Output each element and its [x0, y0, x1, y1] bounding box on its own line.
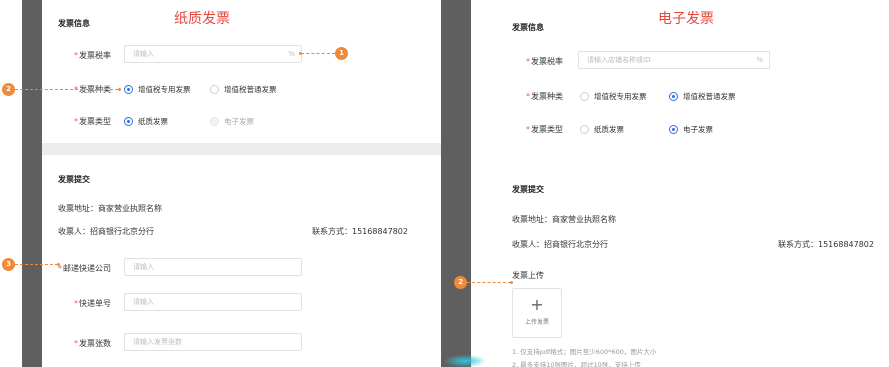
left-type-paper-radio[interactable]: 纸质发票 — [124, 116, 168, 127]
annotation-badge-1: 1 — [335, 47, 348, 60]
radio-unchecked-icon — [580, 125, 589, 134]
radio-unchecked-icon — [580, 92, 589, 101]
upload-hint-1: 1. 仅支持pdf格式；图片至少600*600，图片大小 — [512, 348, 657, 356]
left-contact: 联系方式：15168847802 — [312, 227, 408, 236]
center-divider-bar — [441, 0, 471, 367]
left-invoice-type-label: *发票类型 — [74, 117, 111, 126]
right-upload-title: 发票上传 — [512, 271, 544, 280]
right-panel-heading: 电子发票 — [658, 11, 714, 27]
upload-invoice-button[interactable]: + 上传发票 — [512, 288, 562, 338]
radio-checked-icon — [124, 117, 133, 126]
left-kind-special-radio[interactable]: 增值税专用发票 — [124, 84, 191, 95]
left-invoice-info-title: 发票信息 — [58, 19, 90, 28]
left-panel-heading: 纸质发票 — [174, 11, 230, 27]
left-tracking-input[interactable]: 请输入 — [124, 293, 302, 311]
annotation-badge-3: 3 — [2, 258, 15, 271]
right-submit-title: 发票提交 — [512, 185, 544, 194]
annotation-anchor-dot — [510, 281, 513, 284]
right-invoice-type-label: *发票类型 — [526, 125, 563, 134]
right-invoice-info-title: 发票信息 — [512, 23, 544, 32]
radio-disabled-icon — [210, 117, 219, 126]
annotation-badge-2: 2 — [2, 83, 15, 96]
right-kind-special-radio[interactable]: 增值税专用发票 — [580, 91, 647, 102]
left-courier-label: *邮递快递公司 — [58, 264, 111, 273]
right-type-paper-radio[interactable]: 纸质发票 — [580, 124, 624, 135]
left-count-label: *发票张数 — [74, 339, 111, 348]
radio-checked-icon — [669, 92, 678, 101]
right-contact: 联系方式：15168847802 — [778, 240, 874, 249]
right-kind-normal-radio[interactable]: 增值税普通发票 — [669, 91, 736, 102]
annotation-line — [301, 53, 335, 54]
left-kind-normal-radio[interactable]: 增值税普通发票 — [210, 84, 277, 95]
annotation-anchor-dot — [118, 88, 121, 91]
left-type-electronic-radio: 电子发票 — [210, 116, 254, 127]
annotation-line — [467, 282, 511, 283]
percent-suffix: % — [756, 56, 763, 64]
left-count-input[interactable]: 请输入发票张数 — [124, 333, 302, 351]
plus-icon: + — [530, 295, 544, 314]
left-section-gap — [42, 143, 441, 155]
radio-unchecked-icon — [210, 85, 219, 94]
right-tax-rate-input[interactable]: 请输入店铺名称或ID% — [578, 51, 770, 69]
radio-checked-icon — [669, 125, 678, 134]
annotation-badge-2: 2 — [454, 276, 467, 289]
annotation-anchor-dot — [57, 263, 60, 266]
right-tax-rate-label: *发票税率 — [526, 57, 563, 66]
right-receiver: 收票人：招商银行北京分行 — [512, 240, 608, 249]
right-address: 收票地址：商家营业执照名称 — [512, 215, 616, 224]
upload-invoice-caption: 上传发票 — [524, 319, 549, 326]
left-tax-rate-input[interactable]: 请输入% — [124, 45, 302, 63]
annotation-line — [15, 264, 58, 265]
right-type-electronic-radio[interactable]: 电子发票 — [669, 124, 713, 135]
bottom-glow — [445, 355, 485, 367]
left-submit-title: 发票提交 — [58, 175, 90, 184]
left-tracking-label: *快递单号 — [74, 299, 111, 308]
annotation-line — [15, 89, 118, 90]
left-address: 收票地址：商家营业执照名称 — [58, 204, 162, 213]
radio-checked-icon — [124, 85, 133, 94]
percent-suffix: % — [288, 50, 295, 58]
upload-hint-2: 2. 最多支持10张图片，超过10张，支持上传 — [512, 361, 641, 367]
left-receiver: 收票人：招商银行北京分行 — [58, 227, 154, 236]
left-side-bar — [22, 0, 42, 367]
left-courier-input[interactable]: 请输入 — [124, 258, 302, 276]
left-tax-rate-label: *发票税率 — [74, 51, 111, 60]
right-invoice-kind-label: *发票种类 — [526, 92, 563, 101]
